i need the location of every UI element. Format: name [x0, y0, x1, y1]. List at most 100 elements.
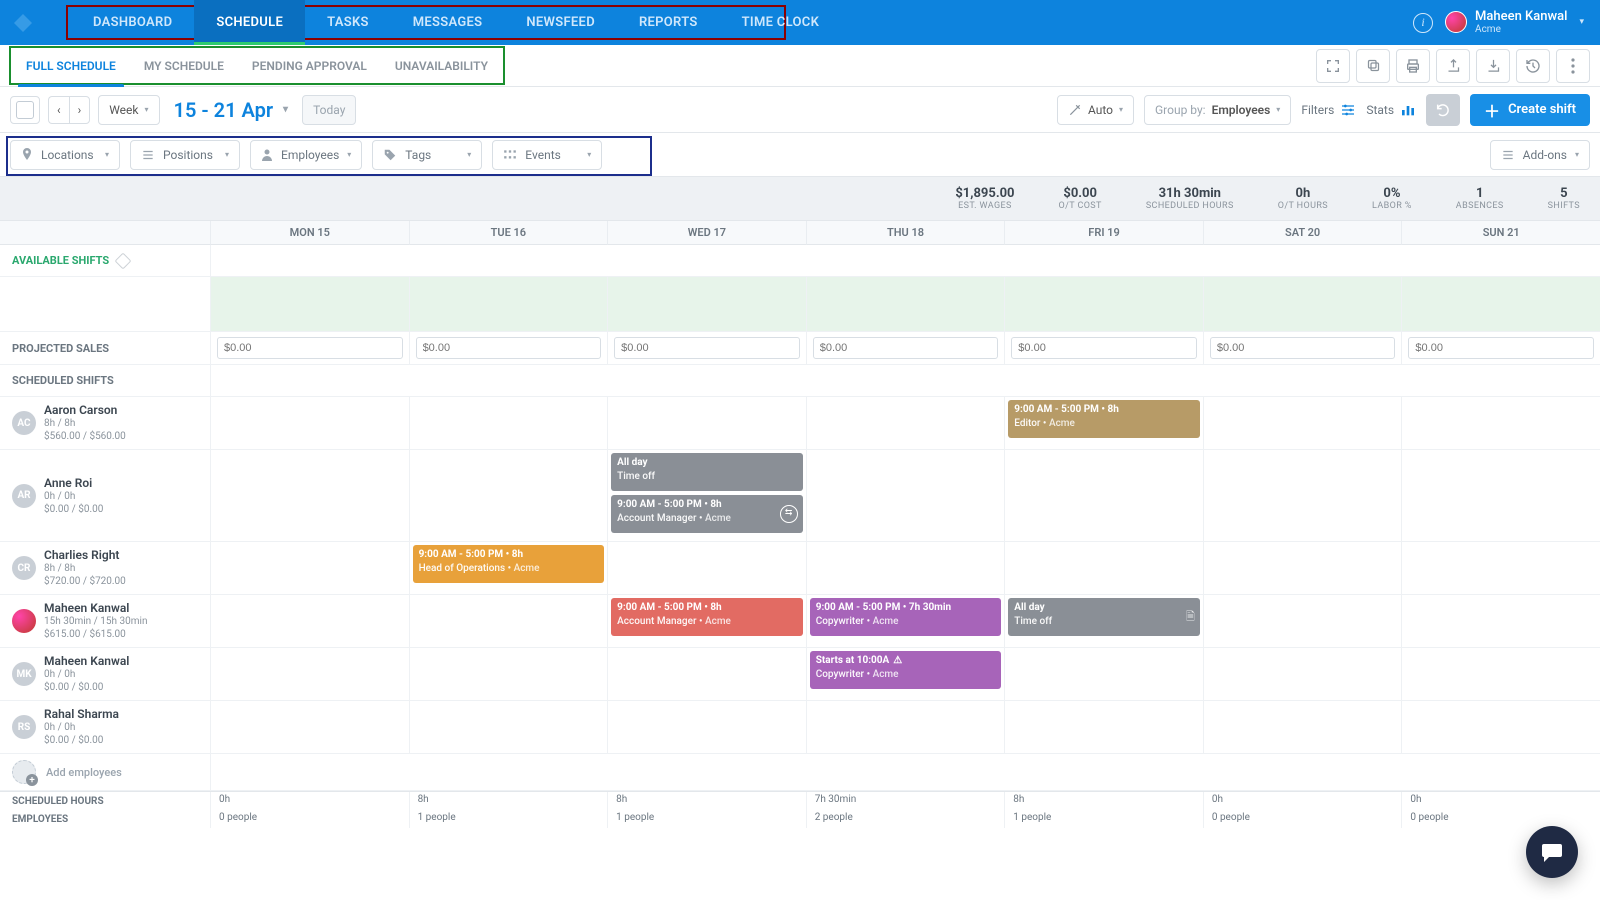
- schedule-cell[interactable]: [607, 701, 806, 754]
- schedule-cell[interactable]: [1004, 701, 1203, 754]
- schedule-cell[interactable]: [409, 701, 608, 754]
- subtab-full-schedule[interactable]: FULL SCHEDULE: [12, 45, 130, 86]
- schedule-cell[interactable]: [409, 595, 608, 648]
- filter-tags[interactable]: Tags▾: [372, 140, 482, 170]
- nav-timeclock[interactable]: TIME CLOCK: [720, 0, 842, 45]
- day-wed[interactable]: WED 17: [607, 221, 806, 245]
- schedule-cell[interactable]: [210, 701, 409, 754]
- info-icon[interactable]: i: [1413, 13, 1433, 33]
- schedule-cell[interactable]: [210, 595, 409, 648]
- shift-card-timeoff[interactable]: All day Time off: [611, 453, 803, 491]
- schedule-cell[interactable]: [1203, 450, 1402, 542]
- available-cell[interactable]: [210, 277, 409, 332]
- schedule-cell[interactable]: [409, 397, 608, 450]
- fullscreen-icon[interactable]: [1316, 49, 1350, 83]
- day-fri[interactable]: FRI 19: [1004, 221, 1203, 245]
- schedule-cell[interactable]: 9:00 AM - 5:00 PM • 8h Head of Operation…: [409, 542, 608, 595]
- addons-button[interactable]: Add-ons▾: [1490, 140, 1590, 170]
- shift-card[interactable]: 9:00 AM - 5:00 PM • 8h Account Manager •…: [611, 495, 803, 533]
- employee-avatar[interactable]: RS: [12, 715, 36, 739]
- schedule-cell[interactable]: [210, 397, 409, 450]
- subtab-unavailability[interactable]: UNAVAILABILITY: [381, 45, 502, 86]
- filter-events[interactable]: Events▾: [492, 140, 602, 170]
- history-icon[interactable]: [1516, 49, 1550, 83]
- day-thu[interactable]: THU 18: [806, 221, 1005, 245]
- schedule-cell[interactable]: All day Time off 9:00 AM - 5:00 PM • 8h …: [607, 450, 806, 542]
- nav-newsfeed[interactable]: NEWSFEED: [504, 0, 617, 45]
- employee-avatar[interactable]: [12, 609, 36, 633]
- print-icon[interactable]: [1396, 49, 1430, 83]
- day-tue[interactable]: TUE 16: [409, 221, 608, 245]
- user-menu[interactable]: Maheen Kanwal Acme ▾: [1445, 10, 1584, 35]
- employee-name[interactable]: Maheen Kanwal: [44, 601, 147, 615]
- projected-input[interactable]: [1011, 337, 1197, 359]
- schedule-cell[interactable]: [806, 397, 1005, 450]
- schedule-cell[interactable]: [210, 648, 409, 701]
- shift-card[interactable]: 9:00 AM - 5:00 PM • 8h Account Manager •…: [611, 598, 803, 636]
- available-cell[interactable]: [1401, 277, 1600, 332]
- employee-avatar[interactable]: AC: [12, 411, 36, 435]
- schedule-cell[interactable]: [1004, 450, 1203, 542]
- available-cell[interactable]: [806, 277, 1005, 332]
- today-button[interactable]: Today: [302, 95, 356, 125]
- day-sun[interactable]: SUN 21: [1401, 221, 1600, 245]
- schedule-cell[interactable]: [806, 542, 1005, 595]
- shift-card[interactable]: 9:00 AM - 5:00 PM • 8h Head of Operation…: [413, 545, 605, 583]
- schedule-cell[interactable]: [409, 648, 608, 701]
- employee-name[interactable]: Rahal Sharma: [44, 707, 119, 721]
- undo-button[interactable]: [1426, 94, 1460, 126]
- more-icon[interactable]: [1556, 49, 1590, 83]
- schedule-cell[interactable]: [1401, 701, 1600, 754]
- filters-button[interactable]: Filters: [1301, 103, 1356, 117]
- projected-input[interactable]: [1210, 337, 1396, 359]
- view-range-select[interactable]: Week ▾: [98, 95, 159, 125]
- nav-schedule[interactable]: SCHEDULE: [194, 0, 305, 45]
- next-week-button[interactable]: ›: [69, 96, 91, 124]
- schedule-cell[interactable]: [1401, 542, 1600, 595]
- schedule-cell[interactable]: [1203, 648, 1402, 701]
- select-all-checkbox[interactable]: [10, 96, 40, 124]
- auto-schedule-button[interactable]: Auto ▾: [1057, 95, 1134, 125]
- schedule-cell[interactable]: [1203, 397, 1402, 450]
- employee-avatar[interactable]: CR: [12, 556, 36, 580]
- schedule-cell[interactable]: 9:00 AM - 5:00 PM • 8h Editor • Acme: [1004, 397, 1203, 450]
- day-sat[interactable]: SAT 20: [1203, 221, 1402, 245]
- projected-input[interactable]: [416, 337, 602, 359]
- schedule-cell[interactable]: [607, 542, 806, 595]
- employee-name[interactable]: Charlies Right: [44, 548, 126, 562]
- available-cell[interactable]: [607, 277, 806, 332]
- projected-input[interactable]: [217, 337, 403, 359]
- nav-tasks[interactable]: TASKS: [305, 0, 391, 45]
- projected-input[interactable]: [614, 337, 800, 359]
- schedule-cell[interactable]: [1203, 701, 1402, 754]
- schedule-cell[interactable]: [210, 450, 409, 542]
- schedule-cell[interactable]: [1401, 595, 1600, 648]
- shift-card[interactable]: 9:00 AM - 5:00 PM • 8h Editor • Acme: [1008, 400, 1200, 438]
- date-range-picker[interactable]: 15 - 21 Apr ▾: [168, 98, 295, 122]
- import-icon[interactable]: [1476, 49, 1510, 83]
- employee-avatar[interactable]: AR: [12, 484, 36, 508]
- shift-card[interactable]: Starts at 10:00A⚠ Copywriter • Acme: [810, 651, 1002, 689]
- available-cell[interactable]: [1203, 277, 1402, 332]
- employee-avatar[interactable]: MK: [12, 662, 36, 686]
- group-by-select[interactable]: Group by: Employees ▾: [1144, 95, 1291, 125]
- projected-input[interactable]: [813, 337, 999, 359]
- schedule-cell[interactable]: [1401, 397, 1600, 450]
- schedule-cell[interactable]: 9:00 AM - 5:00 PM • 7h 30min Copywriter …: [806, 595, 1005, 648]
- schedule-cell[interactable]: [1004, 648, 1203, 701]
- available-cell[interactable]: [409, 277, 608, 332]
- day-mon[interactable]: MON 15: [210, 221, 409, 245]
- schedule-cell[interactable]: [607, 648, 806, 701]
- pin-icon[interactable]: [115, 252, 132, 269]
- export-icon[interactable]: [1436, 49, 1470, 83]
- add-employees-button[interactable]: Add employees: [0, 754, 210, 791]
- nav-dashboard[interactable]: DASHBOARD: [71, 0, 194, 45]
- schedule-cell[interactable]: [210, 542, 409, 595]
- schedule-cell[interactable]: [1203, 542, 1402, 595]
- shift-card[interactable]: 9:00 AM - 5:00 PM • 7h 30min Copywriter …: [810, 598, 1002, 636]
- schedule-cell[interactable]: 9:00 AM - 5:00 PM • 8h Account Manager •…: [607, 595, 806, 648]
- filter-employees[interactable]: Employees▾: [250, 140, 362, 170]
- projected-input[interactable]: [1408, 337, 1594, 359]
- schedule-cell[interactable]: All day Time off 🗎: [1004, 595, 1203, 648]
- subtab-my-schedule[interactable]: MY SCHEDULE: [130, 45, 238, 86]
